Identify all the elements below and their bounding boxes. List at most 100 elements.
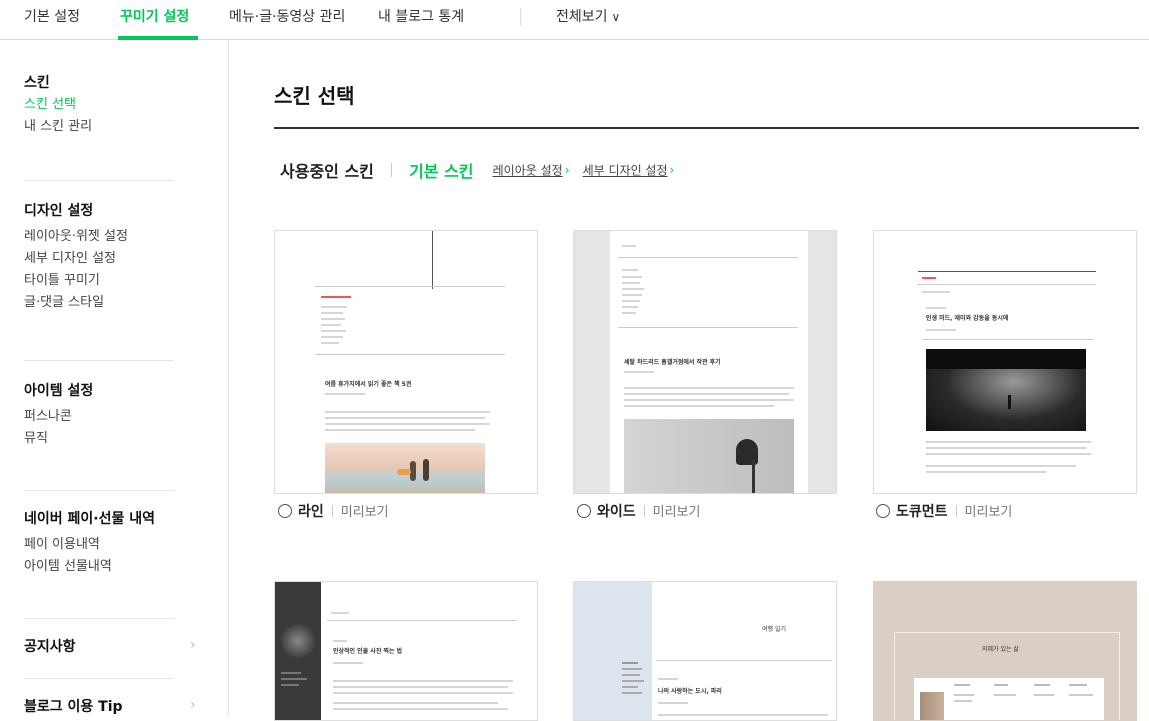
preview-decor: [622, 276, 642, 278]
chevron-down-icon: ∨: [611, 10, 621, 24]
preview-decor: [315, 354, 505, 355]
radio-button[interactable]: [876, 504, 890, 518]
preview-decor: [926, 465, 1076, 467]
skin-card-line[interactable]: 여름 휴가지에서 읽기 좋은 책 5권: [274, 230, 538, 494]
preview-decor: [432, 231, 433, 289]
sidebar-title-notice: 공지사항: [24, 639, 76, 655]
sidebar-item-layout-widget[interactable]: 레이아웃·위젯 설정: [24, 226, 174, 248]
skin-option-document[interactable]: 도큐먼트 미리보기: [876, 502, 1012, 522]
nav-divider: [520, 8, 521, 26]
preview-decor: [918, 271, 1096, 272]
link-marker-icon: ›: [564, 163, 570, 177]
preview-decor: [926, 453, 1091, 455]
skin-card-5[interactable]: 여행 일기 나의 사랑하는 도시, 파리: [573, 581, 837, 721]
sidebar-item-my-skin[interactable]: 내 스킨 관리: [24, 116, 174, 138]
preview-decor: [321, 312, 343, 314]
preview-decor: [624, 405, 774, 407]
sidebar-title-pay: 네이버 페이·선물 내역: [24, 511, 155, 527]
top-navigation: 기본 설정 꾸미기 설정 메뉴·글·동영상 관리 내 블로그 통계 전체보기 ∨: [0, 0, 1149, 40]
divider: [390, 163, 392, 177]
sidebar-item-pay-history[interactable]: 페이 이용내역: [24, 534, 174, 556]
chevron-right-icon: ›: [190, 637, 196, 653]
sidebar-title-items: 아이템 설정: [24, 383, 94, 399]
preview-decor: [622, 288, 644, 290]
preview-decor: [622, 245, 636, 247]
preview-decor: [333, 640, 347, 642]
preview-decor: [622, 300, 640, 302]
preview-decor: [658, 678, 678, 680]
skin-card-6[interactable]: 지혜가 있는 삶: [873, 581, 1137, 721]
skin-preview-post-title: 나의 사랑하는 도시, 파리: [658, 688, 722, 695]
sidebar-title-design: 디자인 설정: [24, 203, 94, 219]
preview-decor: [658, 702, 688, 704]
tab-menu-post-video[interactable]: 메뉴·글·동영상 관리: [229, 6, 345, 26]
preview-decor: [656, 660, 832, 661]
title-divider: [274, 127, 1139, 129]
skin-option-line[interactable]: 라인 미리보기: [278, 502, 389, 522]
preview-decor: [918, 284, 1096, 285]
skin-card-4[interactable]: 인상적인 인물 사진 찍는 법: [274, 581, 538, 721]
detail-design-link[interactable]: 세부 디자인 설정: [583, 164, 668, 178]
chevron-right-icon: ›: [190, 697, 196, 713]
tab-basic-settings[interactable]: 기본 설정: [24, 6, 80, 26]
tab-view-all[interactable]: 전체보기 ∨: [556, 6, 620, 26]
preview-decor: [926, 441, 1091, 443]
preview-decor: [331, 612, 349, 614]
preview-photo-corridor: [926, 349, 1086, 431]
sidebar-item-title-decorate[interactable]: 타이틀 꾸미기: [24, 270, 174, 292]
tab-blog-stats[interactable]: 내 블로그 통계: [378, 6, 464, 26]
preview-decor: [622, 282, 640, 284]
sidebar-item-skin-select[interactable]: 스킨 선택: [24, 94, 174, 116]
sidebar-divider: [24, 490, 174, 491]
preview-decor: [624, 393, 789, 395]
preview-decor: [321, 336, 343, 338]
preview-decor: [321, 330, 346, 332]
preview-link[interactable]: 미리보기: [965, 505, 1013, 520]
preview-decor: [624, 371, 654, 373]
preview-decor: [333, 692, 513, 694]
preview-photo-lamp: [624, 419, 794, 493]
preview-link[interactable]: 미리보기: [341, 505, 389, 520]
skin-card-document[interactable]: 인생 미드, 재미와 감동을 동시에: [873, 230, 1137, 494]
divider: [331, 505, 333, 517]
sidebar-item-post-comment-style[interactable]: 글·댓글 스타일: [24, 292, 174, 314]
skin-preview-post-title: 여름 휴가지에서 읽기 좋은 책 5권: [325, 381, 412, 388]
preview-dark-panel: [275, 582, 321, 720]
skin-name: 와이드: [597, 504, 636, 520]
preview-decor: [315, 286, 505, 287]
preview-decor: [325, 423, 490, 425]
skin-preview-post-title: 인생 미드, 재미와 감동을 동시에: [926, 315, 1009, 322]
sidebar-divider: [24, 360, 174, 361]
preview-decor: [325, 417, 485, 419]
sidebar-group-skin: 스킨 스킨 선택 내 스킨 관리: [24, 72, 174, 138]
skin-option-wide[interactable]: 와이드 미리보기: [577, 502, 700, 522]
preview-decor: [333, 708, 508, 710]
sidebar-divider: [24, 180, 174, 181]
radio-button[interactable]: [577, 504, 591, 518]
preview-decor: [618, 327, 798, 328]
preview-side-panel: [574, 231, 610, 493]
preview-decor: [327, 620, 517, 621]
skin-card-wide[interactable]: 세탈 하드리드 홈갤거점에서 작관 후기: [573, 230, 837, 494]
preview-decor: [321, 306, 347, 308]
layout-settings-link[interactable]: 레이아웃 설정: [493, 164, 563, 178]
radio-button[interactable]: [278, 504, 292, 518]
preview-decor: [333, 680, 513, 682]
sidebar-item-gift-history[interactable]: 아이템 선물내역: [24, 556, 174, 578]
preview-decor: [624, 387, 794, 389]
preview-photo-beach: [325, 443, 485, 493]
sidebar-item-music[interactable]: 뮤직: [24, 428, 174, 450]
tab-decorate-settings[interactable]: 꾸미기 설정: [120, 6, 189, 26]
preview-decor: [321, 296, 351, 298]
sidebar-item-personacon[interactable]: 퍼스나콘: [24, 406, 174, 428]
sidebar-item-detail-design[interactable]: 세부 디자인 설정: [24, 248, 174, 270]
preview-decor: [321, 318, 345, 320]
skin-preview-post-title: 세탈 하드리드 홈갤거점에서 작관 후기: [624, 359, 721, 366]
sidebar-item-notice[interactable]: 공지사항: [24, 636, 174, 658]
preview-decor: [622, 269, 638, 271]
sidebar-divider: [24, 618, 174, 619]
preview-decor: [321, 342, 339, 344]
preview-decor: [618, 257, 798, 258]
skin-name: 도큐먼트: [896, 504, 948, 520]
preview-link[interactable]: 미리보기: [653, 505, 701, 520]
